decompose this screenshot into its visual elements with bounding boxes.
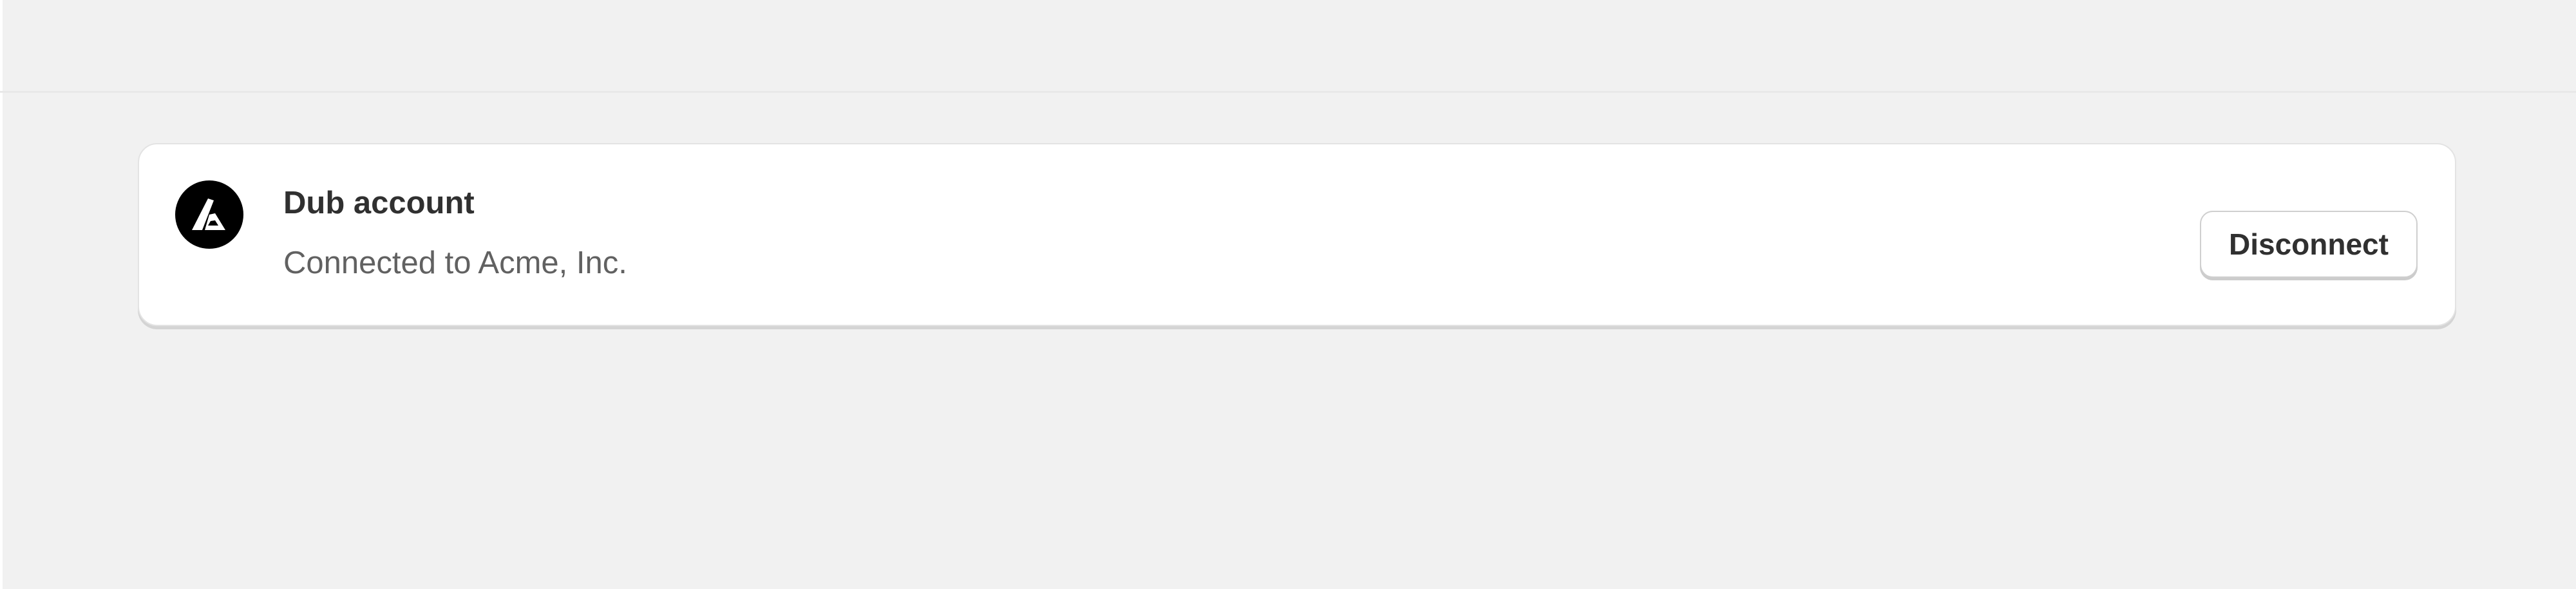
- header-divider: [0, 91, 2576, 93]
- disconnect-button[interactable]: Disconnect: [2200, 211, 2418, 278]
- account-title: Dub account: [283, 186, 475, 220]
- account-connection-status: Connected to Acme, Inc.: [283, 246, 627, 280]
- dub-logo-mark: [192, 198, 225, 230]
- window-edge: [0, 0, 3, 589]
- account-card: [138, 143, 2456, 326]
- dub-logo-icon: [175, 180, 243, 249]
